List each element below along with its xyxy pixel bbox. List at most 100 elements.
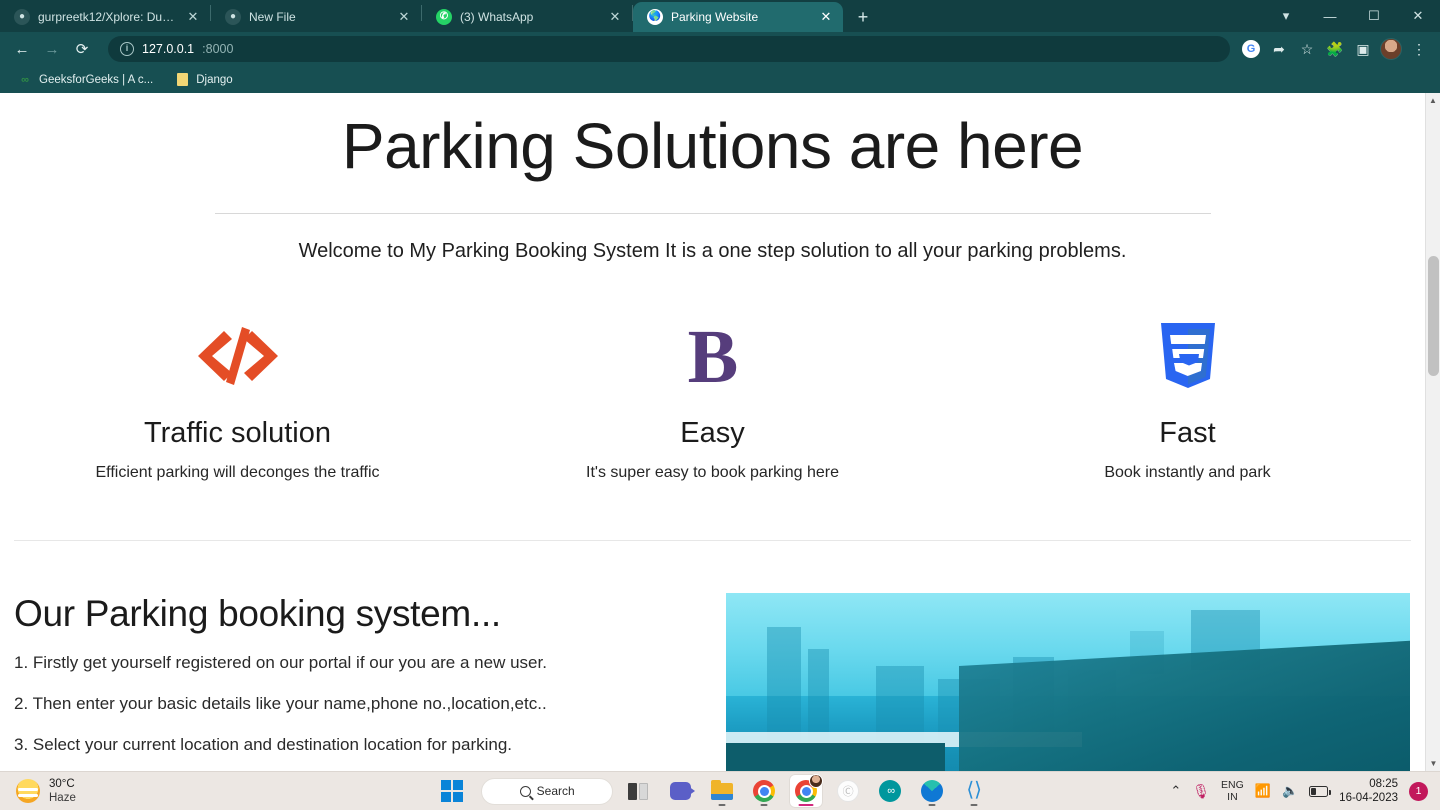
- bootstrap-b-icon: B: [475, 319, 950, 393]
- chrome-icon: [753, 780, 776, 802]
- arduino-button[interactable]: ∞: [873, 774, 907, 808]
- microphone-icon[interactable]: 🎙: [1192, 783, 1210, 800]
- windows-taskbar: 30°C Haze Search Ⓒ ∞ ⟨⟩ ⌃ 🎙 ENG IN 📶 🔈 0…: [0, 771, 1440, 810]
- chrome-button[interactable]: [747, 774, 781, 808]
- list-item: 1. Firstly get yourself registered on ou…: [14, 652, 547, 672]
- clock-date: 16-04-2023: [1339, 792, 1398, 804]
- vscode-icon: ⟨⟩: [966, 779, 982, 801]
- tab-label: New File: [249, 10, 296, 24]
- battery-icon[interactable]: [1309, 785, 1331, 797]
- close-icon[interactable]: ✕: [817, 8, 835, 26]
- whatsapp-icon: ✆: [436, 9, 452, 25]
- feature-title: Traffic solution: [144, 416, 331, 449]
- github-icon: ●: [14, 9, 30, 25]
- scroll-down-arrow[interactable]: ▼: [1426, 756, 1440, 771]
- folder-icon: [175, 73, 189, 87]
- address-bar[interactable]: i 127.0.0.1:8000: [108, 36, 1230, 62]
- back-icon[interactable]: ←: [8, 35, 36, 63]
- side-panel-icon[interactable]: ▣: [1350, 36, 1376, 62]
- reload-icon[interactable]: ⟳: [68, 35, 96, 63]
- tab-label: (3) WhatsApp: [460, 10, 534, 24]
- task-view-button[interactable]: [621, 774, 655, 808]
- wifi-icon[interactable]: 📶: [1255, 783, 1271, 799]
- file-icon: ●: [225, 9, 241, 25]
- forward-icon[interactable]: →: [38, 35, 66, 63]
- booking-steps: Our Parking booking system... 1. Firstly…: [0, 593, 726, 771]
- bookmark-geeksforgeeks[interactable]: ∞ GeeksforGeeks | A c...: [10, 70, 161, 90]
- circle-app-button[interactable]: Ⓒ: [831, 774, 865, 808]
- page-viewport: Parking Solutions are here Welcome to My…: [0, 93, 1440, 771]
- minimize-button[interactable]: —: [1308, 0, 1352, 32]
- feature-title: Easy: [680, 416, 745, 449]
- folder-icon: [711, 779, 734, 800]
- close-icon[interactable]: ✕: [606, 8, 624, 26]
- chrome-menu-icon[interactable]: ⋮: [1406, 36, 1432, 62]
- edge-button[interactable]: [915, 774, 949, 808]
- url-port: :8000: [202, 42, 234, 56]
- file-explorer-button[interactable]: [705, 774, 739, 808]
- page-content: Parking Solutions are here Welcome to My…: [0, 93, 1425, 771]
- vscode-button[interactable]: ⟨⟩: [957, 774, 991, 808]
- new-tab-button[interactable]: +: [849, 3, 877, 31]
- clock-time: 08:25: [1369, 777, 1398, 790]
- window-controls: ▾ — ☐ ✕: [1264, 0, 1440, 32]
- code-brackets-icon: [0, 319, 475, 393]
- steps-list: 1. Firstly get yourself registered on ou…: [14, 653, 726, 771]
- scrollbar-thumb[interactable]: [1428, 256, 1439, 376]
- tab-strip: ● gurpreetk12/Xplore: Due to a lac ✕ ● N…: [0, 0, 1440, 32]
- page-title: Parking Solutions are here: [341, 110, 1084, 182]
- section-heading: Our Parking booking system...: [14, 592, 501, 634]
- region-code: IN: [1227, 791, 1238, 803]
- tab-search-icon[interactable]: ▾: [1264, 0, 1308, 32]
- chevron-up-icon[interactable]: ⌃: [1170, 783, 1181, 799]
- chrome-profile-button[interactable]: [789, 774, 824, 808]
- feature-fast: Fast Book instantly and park: [950, 319, 1425, 482]
- bookmark-label: GeeksforGeeks | A c...: [39, 73, 154, 86]
- task-view-icon: [628, 782, 649, 800]
- arduino-icon: ∞: [879, 780, 902, 802]
- bookmark-star-icon[interactable]: ☆: [1294, 36, 1320, 62]
- globe-icon: 🌎: [647, 9, 663, 25]
- hero-subtitle: Welcome to My Parking Booking System It …: [298, 239, 1127, 262]
- search-label: Search: [536, 784, 575, 798]
- circle-app-icon: Ⓒ: [837, 780, 860, 802]
- close-icon[interactable]: ✕: [184, 8, 202, 26]
- tab-new-file[interactable]: ● New File ✕: [211, 2, 421, 32]
- maximize-button[interactable]: ☐: [1352, 0, 1396, 32]
- hero-rule: [214, 212, 1211, 214]
- edge-icon: [921, 780, 944, 802]
- feature-text: Efficient parking will deconges the traf…: [95, 463, 380, 481]
- profile-avatar[interactable]: [1378, 36, 1404, 62]
- speaker-icon[interactable]: 🔈: [1282, 783, 1298, 799]
- svg-text:B: B: [687, 322, 738, 390]
- tab-whatsapp[interactable]: ✆ (3) WhatsApp ✕: [422, 2, 632, 32]
- windows-logo-icon: [441, 780, 464, 802]
- feature-text: Book instantly and park: [1104, 463, 1271, 481]
- teams-button[interactable]: [663, 774, 697, 808]
- site-info-icon[interactable]: i: [120, 42, 134, 56]
- city-skyline-image: [726, 592, 1410, 771]
- feature-text: It's super easy to book parking here: [586, 463, 839, 481]
- browser-window: ● gurpreetk12/Xplore: Due to a lac ✕ ● N…: [0, 0, 1440, 810]
- weather-widget[interactable]: 30°C Haze: [0, 777, 260, 806]
- tab-parking-website[interactable]: 🌎 Parking Website ✕: [633, 2, 843, 32]
- google-icon[interactable]: G: [1238, 36, 1264, 62]
- tab-label: Parking Website: [671, 10, 759, 24]
- start-button[interactable]: [439, 774, 473, 808]
- notification-badge[interactable]: 1: [1409, 781, 1428, 801]
- taskbar-search[interactable]: Search: [481, 777, 614, 805]
- close-icon[interactable]: ✕: [395, 8, 413, 26]
- scroll-up-arrow[interactable]: ▲: [1426, 93, 1440, 108]
- language-indicator[interactable]: ENG IN: [1221, 779, 1244, 803]
- hero-section: Parking Solutions are here Welcome to My…: [0, 93, 1425, 263]
- booking-system-section: Our Parking booking system... 1. Firstly…: [0, 592, 1425, 771]
- clock[interactable]: 08:25 16-04-2023: [1339, 777, 1398, 806]
- share-icon[interactable]: ➦: [1266, 36, 1292, 62]
- close-window-button[interactable]: ✕: [1396, 0, 1440, 32]
- bookmarks-bar: ∞ GeeksforGeeks | A c... Django: [0, 66, 1440, 93]
- bookmark-django[interactable]: Django: [167, 70, 240, 90]
- vertical-scrollbar[interactable]: ▲ ▼: [1425, 93, 1440, 771]
- list-item: 2. Then enter your basic details like yo…: [14, 693, 547, 713]
- tab-github[interactable]: ● gurpreetk12/Xplore: Due to a lac ✕: [0, 2, 210, 32]
- extensions-icon[interactable]: 🧩: [1322, 36, 1348, 62]
